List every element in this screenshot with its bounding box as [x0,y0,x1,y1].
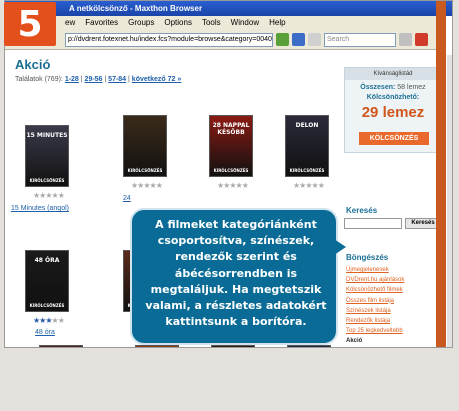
menu-help[interactable]: Help [269,18,285,30]
star-icon[interactable]: ★ [156,181,163,190]
step-badge: 5 [4,2,56,46]
page-content: Akció Találatok (769): 1-28 | 29-56 | 57… [11,55,446,348]
star-icon[interactable]: ★ [58,191,65,200]
movie-poster[interactable]: BOURNE [287,345,331,347]
movie-poster[interactable]: REDFORD [39,345,83,347]
menu-view[interactable]: ew [65,18,75,30]
menu-favorites[interactable]: Favorites [85,18,118,30]
address-input[interactable]: p://dvdrent.fotexnet.hu/index.fcs?module… [65,32,273,47]
menu-groups[interactable]: Groups [128,18,154,30]
menu-options[interactable]: Options [164,18,192,30]
callout-tail [334,239,346,255]
rent-badge: KIRÓLCSÖNZÉS [213,168,249,173]
browse-item[interactable]: Top 25 legkedveltebb [346,326,446,336]
movie-poster[interactable]: 48 ÓRA KIRÓLCSÖNZÉS [25,250,69,312]
wishlist-heading: Kívánságlistád [345,68,441,80]
movie-title-link[interactable]: 24 [123,195,131,202]
browse-item[interactable]: Rendezők listája [346,316,446,326]
go-icon[interactable] [276,33,289,46]
wishlist-total: Összesen: 58 lemez [345,84,441,91]
scrollbar[interactable] [447,55,452,347]
window-title: A netkölcsönző - Maxthon Browser [5,1,452,16]
results-line: Találatok (769): 1-28 | 29-56 | 57-84 | … [15,76,181,83]
poster-title: 15 MINUTES [26,132,68,139]
browse-item[interactable]: DVDrent.hu ajánlások [346,275,446,285]
star-icon[interactable]: ★ [318,181,325,190]
rent-badge: KIRÓLCSÖNZÉS [29,303,65,308]
rent-badge: KIRÓLCSÖNZÉS [289,168,325,173]
movie-poster[interactable]: DELON KIRÓLCSÖNZÉS [285,115,329,177]
browse-item[interactable]: Összes film listája [346,296,446,306]
movie-poster[interactable]: 28 NAPPAL KÉSŐBB KIRÓLCSÖNZÉS [209,115,253,177]
page-link[interactable]: 1-28 [65,76,79,83]
available-count: 29 lemez [361,104,425,121]
menu-bar: ew Favorites Groups Options Tools Window… [5,16,444,30]
wishlist-box: Kívánságlistád Összesen: 58 lemez Kölcsö… [344,67,442,153]
movie-poster[interactable]: BOURNE [211,345,255,347]
rating-stars[interactable]: ★★★★★ [293,181,325,190]
rent-button[interactable]: KÖLCSÖNZÉS [359,132,429,145]
side-stripe [436,1,446,347]
available-label: Kölcsönözhető: [366,94,420,101]
browse-item[interactable]: Akció [346,336,446,346]
search-input[interactable]: Search [324,32,396,47]
movie-poster[interactable] [135,345,179,347]
poster-title: DELON [295,122,319,129]
poster-title: 28 NAPPAL KÉSŐBB [212,122,250,136]
star-icon[interactable]: ★ [58,316,65,325]
close-icon[interactable] [415,33,428,46]
rent-badge: KIRÓLCSÖNZÉS [127,168,163,173]
menu-tools[interactable]: Tools [202,18,221,30]
search-heading: Keresés [346,206,378,215]
address-toolbar: p://dvdrent.fotexnet.hu/index.fcs?module… [5,30,444,50]
movie-poster[interactable]: 15 MINUTES KIRÓLCSÖNZÉS [25,125,69,187]
browse-item[interactable]: Újmegjelenések [346,265,446,275]
browser-screenshot: A netkölcsönző - Maxthon Browser ew Favo… [4,0,453,348]
star-icon[interactable]: ★ [242,181,249,190]
page-link[interactable]: 57-84 [108,76,126,83]
browse-item[interactable]: Színészek listája [346,306,446,316]
browse-item[interactable]: Családi [346,347,446,348]
movie-poster[interactable]: KIRÓLCSÖNZÉS [123,115,167,177]
dropdown-icon[interactable] [308,33,321,46]
next-page-link[interactable]: következő 72 » [132,76,181,83]
total-value: 58 lemez [397,84,426,91]
poster-title: 48 ÓRA [34,257,60,264]
search-go-icon[interactable] [399,33,412,46]
callout-box: A filmeket kategóriánként csoportosítva,… [130,208,338,345]
site-search-input[interactable] [344,218,402,229]
page-title: Akció [15,57,51,72]
refresh-icon[interactable] [292,33,305,46]
total-label: Összesen: [360,84,396,91]
rating-stars[interactable]: ★★★★★ [33,191,65,200]
rating-stars[interactable]: ★★★★★ [33,316,65,325]
browse-heading: Böngészés [346,253,389,262]
rent-badge: KIRÓLCSÖNZÉS [29,178,65,183]
results-count: Találatok (769): [15,76,65,83]
movie-title-link[interactable]: 48 óra [35,329,55,336]
callout-text: A filmeket kategóriánként csoportosítva,… [145,218,327,329]
menu-window[interactable]: Window [231,18,259,30]
rating-stars[interactable]: ★★★★★ [131,181,163,190]
browse-item[interactable]: Kölcsönözhető filmek [346,285,446,295]
page-link[interactable]: 29-56 [85,76,103,83]
rating-stars[interactable]: ★★★★★ [217,181,249,190]
movie-title-link[interactable]: 15 Minutes (angol) [11,205,69,212]
browse-list: Újmegjelenések DVDrent.hu ajánlások Kölcsö… [346,265,446,348]
